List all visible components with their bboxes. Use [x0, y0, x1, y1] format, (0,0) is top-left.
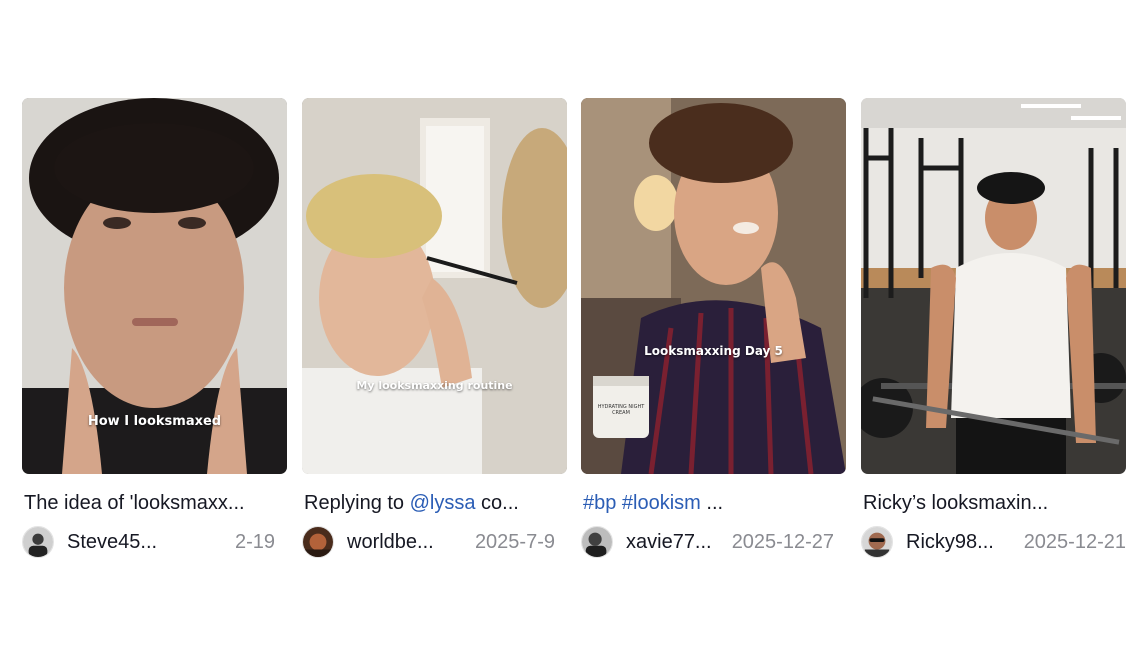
video-thumbnail[interactable]: Looksmaxxing Day 5 HYDRATING NIGHT CREAM [581, 98, 846, 474]
caption-text: Replying to [304, 492, 410, 514]
video-meta: Steve45... 2-19 [22, 526, 287, 558]
caption-text: Ricky’s looksmaxin... [863, 492, 1049, 514]
video-overlay-text: Looksmaxxing Day 5 [644, 344, 783, 358]
video-meta: worldbe... 2025-7-9 [302, 526, 567, 558]
video-grid: How I looksmaxed The idea of 'looksmaxx.… [22, 98, 1127, 568]
caption-suffix: co... [475, 492, 519, 514]
caption-hashtags[interactable]: #bp #lookism [583, 492, 701, 514]
avatar[interactable] [22, 526, 54, 558]
post-date: 2025-7-9 [474, 531, 555, 553]
video-card[interactable]: My looksmaxxing routine Replying to @lys… [302, 98, 567, 568]
user-avatar-icon [303, 527, 333, 557]
author-name[interactable]: Ricky98... [906, 529, 994, 555]
video-caption[interactable]: Replying to @lyssa co... [304, 490, 564, 516]
video-overlay-text: How I looksmaxed [87, 414, 222, 429]
video-card[interactable]: Looksmaxxing Day 5 HYDRATING NIGHT CREAM… [581, 98, 846, 568]
video-caption[interactable]: The idea of 'looksmaxx... [24, 490, 284, 516]
video-overlay-text: My looksmaxxing routine [356, 379, 513, 392]
video-thumbnail[interactable] [861, 98, 1126, 474]
user-avatar-icon [862, 527, 892, 557]
user-avatar-icon [582, 527, 612, 557]
man-in-gym-thumbnail [861, 98, 1126, 474]
video-card[interactable]: Ricky’s looksmaxin... Ricky98... 2025-12… [861, 98, 1126, 568]
video-caption[interactable]: Ricky’s looksmaxin... [863, 490, 1123, 516]
post-date: 2-19 [234, 531, 275, 553]
video-thumbnail[interactable]: My looksmaxxing routine [302, 98, 567, 474]
avatar[interactable] [581, 526, 613, 558]
man-grooming-eyebrows-thumbnail [302, 98, 567, 474]
video-thumbnail[interactable]: How I looksmaxed [22, 98, 287, 474]
avatar[interactable] [861, 526, 893, 558]
video-meta: Ricky98... 2025-12-21 [861, 526, 1126, 558]
man-applying-cream-thumbnail [581, 98, 846, 474]
post-date: 2025-12-27 [731, 531, 834, 553]
product-label: HYDRATING NIGHT CREAM [597, 404, 645, 416]
user-avatar-icon [23, 527, 53, 557]
caption-suffix: ... [700, 492, 724, 514]
video-meta: xavie77... 2025-12-27 [581, 526, 846, 558]
caption-text: The idea of 'looksmaxx... [24, 492, 245, 514]
author-name[interactable]: Steve45... [67, 529, 157, 555]
author-name[interactable]: xavie77... [626, 529, 712, 555]
post-date: 2025-12-21 [1023, 531, 1126, 553]
video-caption[interactable]: #bp #lookism ... [583, 490, 843, 516]
video-card[interactable]: How I looksmaxed The idea of 'looksmaxx.… [22, 98, 287, 568]
avatar[interactable] [302, 526, 334, 558]
author-name[interactable]: worldbe... [347, 529, 434, 555]
caption-mention[interactable]: @lyssa [410, 492, 476, 514]
